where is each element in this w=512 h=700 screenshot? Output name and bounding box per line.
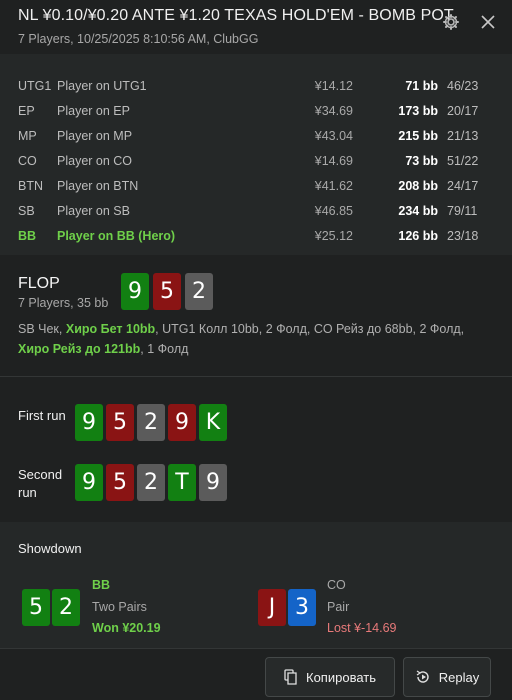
hero-hole-card: 2 [52, 589, 80, 626]
replay-icon [416, 670, 429, 683]
player-name: Player on EP [57, 104, 130, 118]
copy-icon [284, 669, 297, 685]
close-icon[interactable] [478, 12, 498, 32]
footer: Копировать Replay [0, 648, 512, 700]
action-text: SB Чек, [18, 322, 66, 336]
player-position: MP [18, 129, 37, 143]
player-position: BB [18, 229, 37, 243]
hero-position: BB [92, 578, 111, 592]
player-name: Player on BTN [57, 179, 139, 193]
villain-position: CO [327, 578, 346, 592]
player-stack-bb: 126 bb [398, 229, 438, 243]
villain-hole-card: J [258, 589, 286, 626]
player-stack-bb: 208 bb [398, 179, 438, 193]
second-run-card: 2 [137, 464, 165, 501]
player-position: EP [18, 104, 35, 118]
player-name: Player on UTG1 [57, 79, 147, 93]
player-name: Player on SB [57, 204, 130, 218]
player-stats: 79/11 [447, 204, 478, 218]
flop-card: 9 [121, 273, 149, 310]
first-run-card: 2 [137, 404, 165, 441]
player-stack-bb: 234 bb [398, 204, 438, 218]
hero-action: Хиро Рейз до 121bb [18, 342, 141, 356]
player-stats: 24/17 [447, 179, 479, 193]
player-name: Player on MP [57, 129, 133, 143]
first-run-card: 9 [75, 404, 103, 441]
first-run-card: 9 [168, 404, 196, 441]
flop-actions: SB Чек, Хиро Бет 10bb, UTG1 Колл 10bb, 2… [18, 319, 488, 359]
showdown-section: Showdown 5 2 BB Two Pairs Won ¥20.19 J 3… [0, 522, 512, 648]
copy-button[interactable]: Копировать [265, 657, 395, 697]
player-position: CO [18, 154, 37, 168]
first-run-label: First run [18, 408, 66, 423]
replay-button[interactable]: Replay [403, 657, 491, 697]
player-row-co: CO Player on CO ¥14.69 73 bb 51/22 [0, 150, 512, 174]
player-stack-amount: ¥14.12 [314, 79, 353, 93]
villain-result: Lost ¥-14.69 [327, 621, 397, 635]
second-run-card: 9 [75, 464, 103, 501]
copy-button-label: Копировать [306, 669, 376, 685]
player-stack-amount: ¥34.69 [314, 104, 353, 118]
hero-hole-card: 5 [22, 589, 50, 626]
player-position: UTG1 [18, 79, 52, 93]
villain-hole-card: 3 [288, 589, 316, 626]
hero-action: Хиро Бет 10bb [65, 322, 156, 336]
flop-card: 5 [153, 273, 181, 310]
hand-subtitle: 7 Players, 10/25/2025 8:10:56 AM, ClubGG [18, 32, 259, 46]
second-run-card: 5 [106, 464, 134, 501]
flop-section: FLOP 7 Players, 35 bb 9 5 2 SB Чек, Хиро… [0, 255, 512, 377]
action-text: , UTG1 Колл 10bb, 2 Фолд, CO Рейз до 68b… [155, 322, 465, 336]
replay-button-label: Replay [438, 669, 480, 685]
second-run-label: Second run [18, 467, 63, 500]
gear-icon[interactable] [441, 12, 461, 32]
player-stack-bb: 173 bb [398, 104, 438, 118]
first-run-card: K [199, 404, 227, 441]
player-stack-amount: ¥41.62 [314, 179, 353, 193]
player-row-sb: SB Player on SB ¥46.85 234 bb 79/11 [0, 200, 512, 224]
player-name: Player on BB (Hero) [57, 229, 176, 243]
first-run-card: 5 [106, 404, 134, 441]
player-row-utg1: UTG1 Player on UTG1 ¥14.12 71 bb 46/23 [0, 75, 512, 99]
player-stats: 51/22 [447, 154, 479, 168]
showdown-title: Showdown [18, 541, 82, 556]
runs-section: First run 9 5 2 9 K Second run 9 5 2 T 9 [0, 377, 512, 522]
player-stack-amount: ¥43.04 [314, 129, 353, 143]
player-stack-amount: ¥14.69 [314, 154, 353, 168]
player-stack-amount: ¥25.12 [314, 229, 353, 243]
street-title: FLOP [18, 275, 60, 292]
player-stats: 21/13 [447, 129, 479, 143]
player-row-btn: BTN Player on BTN ¥41.62 208 bb 24/17 [0, 175, 512, 199]
hero-result: Won ¥20.19 [92, 621, 161, 635]
hand-title: NL ¥0.10/¥0.20 ANTE ¥1.20 TEXAS HOLD'EM … [18, 7, 454, 24]
player-stats: 20/17 [447, 104, 479, 118]
player-stats: 23/18 [447, 229, 479, 243]
player-position: SB [18, 204, 35, 218]
player-position: BTN [18, 179, 43, 193]
players-table: UTG1 Player on UTG1 ¥14.12 71 bb 46/23 E… [0, 54, 512, 255]
player-stats: 46/23 [447, 79, 479, 93]
hero-hand-rank: Two Pairs [92, 600, 147, 614]
street-subtitle: 7 Players, 35 bb [18, 296, 109, 310]
player-stack-bb: 215 bb [398, 129, 438, 143]
player-stack-bb: 73 bb [405, 154, 438, 168]
player-row-mp: MP Player on MP ¥43.04 215 bb 21/13 [0, 125, 512, 149]
flop-card: 2 [185, 273, 213, 310]
villain-hand-rank: Pair [327, 600, 350, 614]
action-text: , 1 Фолд [140, 342, 189, 356]
player-name: Player on CO [57, 154, 133, 168]
player-stack-amount: ¥46.85 [314, 204, 353, 218]
player-row-bb-hero: BB Player on BB (Hero) ¥25.12 126 bb 23/… [0, 225, 512, 249]
player-row-ep: EP Player on EP ¥34.69 173 bb 20/17 [0, 100, 512, 124]
header: NL ¥0.10/¥0.20 ANTE ¥1.20 TEXAS HOLD'EM … [0, 0, 512, 54]
second-run-card: T [168, 464, 196, 501]
second-run-card: 9 [199, 464, 227, 501]
player-stack-bb: 71 bb [405, 79, 438, 93]
